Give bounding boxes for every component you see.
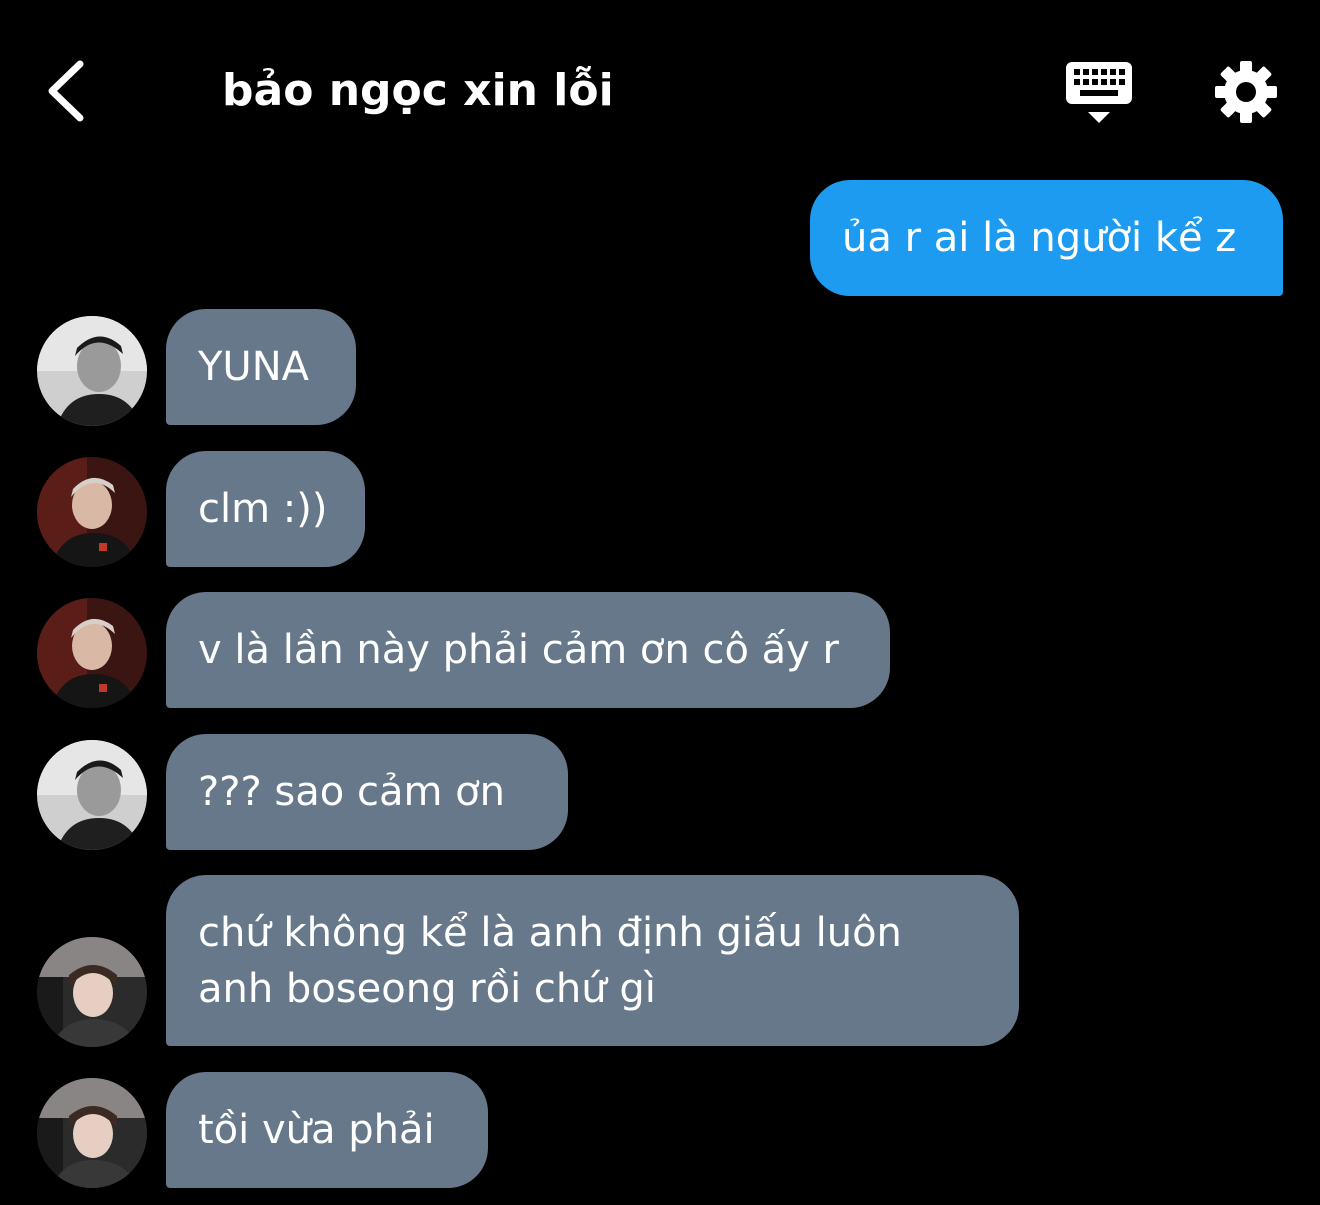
keyboard-icon: [1066, 62, 1132, 123]
message-bubble-incoming[interactable]: YUNA: [166, 309, 356, 425]
message-text: v là lần này phải cảm ơn cô ấy r: [198, 627, 839, 673]
message-text-line: anh boseong rồi chứ gì: [198, 966, 656, 1012]
message-text-line: chứ không kể là anh định giấu luôn: [198, 910, 902, 956]
avatar[interactable]: [37, 740, 147, 850]
message-bubble-incoming[interactable]: tồi vừa phải: [166, 1072, 488, 1188]
chevron-left-icon: [48, 60, 84, 122]
chat-title: bảo ngọc xin lỗi: [222, 65, 614, 116]
message-text: YUNA: [198, 344, 309, 390]
back-button[interactable]: [40, 56, 96, 126]
message-text: ??? sao cảm ơn: [198, 769, 505, 815]
avatar[interactable]: [37, 316, 147, 426]
avatar[interactable]: [37, 1078, 147, 1188]
avatar[interactable]: [37, 937, 147, 1047]
chat-header: bảo ngọc xin lỗi: [0, 0, 1320, 170]
message-bubble-outgoing[interactable]: ủa r ai là người kể z: [810, 180, 1283, 296]
message-text: tồi vừa phải: [198, 1107, 435, 1153]
gear-icon: [1215, 61, 1277, 123]
message-bubble-incoming[interactable]: ??? sao cảm ơn: [166, 734, 568, 850]
keyboard-toggle-button[interactable]: [1064, 60, 1136, 128]
message-text: ủa r ai là người kể z: [842, 215, 1237, 261]
message-bubble-incoming[interactable]: v là lần này phải cảm ơn cô ấy r: [166, 592, 890, 708]
avatar[interactable]: [37, 457, 147, 567]
message-text: clm :)): [198, 486, 328, 532]
avatar[interactable]: [37, 598, 147, 708]
message-bubble-incoming[interactable]: chứ không kể là anh định giấu luôn anh b…: [166, 875, 1019, 1046]
message-bubble-incoming[interactable]: clm :)): [166, 451, 365, 567]
settings-button[interactable]: [1214, 60, 1278, 124]
